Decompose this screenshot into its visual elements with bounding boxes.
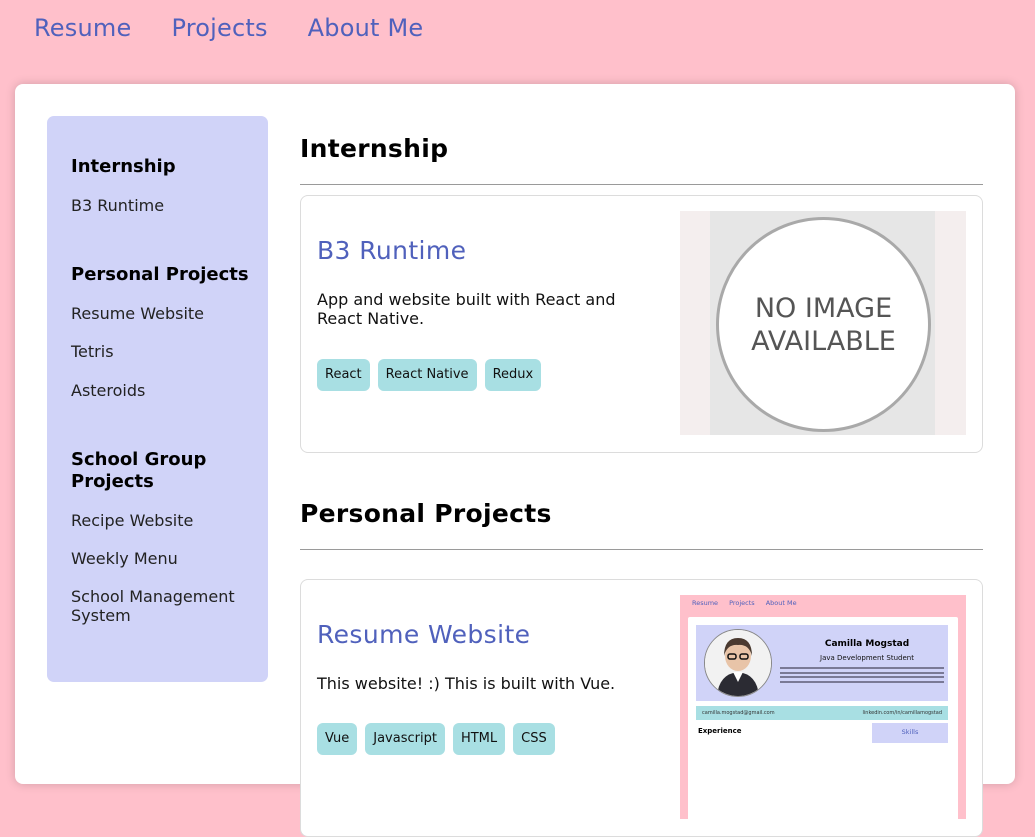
preview-contact: camilla.mogstad@gmail.com linkedin.com/i…	[696, 706, 948, 720]
project-description: This website! :) This is built with Vue.	[317, 674, 616, 693]
tag-react: React	[317, 359, 370, 391]
section-divider	[300, 549, 983, 550]
section-title-personal-projects: Personal Projects	[300, 499, 552, 528]
avatar	[704, 629, 772, 697]
tag-list: React React Native Redux	[317, 359, 542, 391]
section-divider	[300, 184, 983, 185]
sidebar-group-internship: Internship B3 Runtime	[71, 156, 251, 216]
section-title-internship: Internship	[300, 134, 449, 163]
tag-react-native: React Native	[377, 359, 477, 391]
project-card-resume-website: Resume Website This website! :) This is …	[300, 579, 983, 837]
project-title[interactable]: B3 Runtime	[317, 236, 466, 265]
tag-css: CSS	[513, 723, 555, 755]
top-navigation: Resume Projects About Me	[34, 14, 423, 42]
preview-nav: Resume Projects About Me	[692, 599, 797, 607]
preview-role: Java Development Student	[820, 654, 914, 662]
nav-link-resume[interactable]: Resume	[34, 14, 131, 42]
sidebar-item-resume-website[interactable]: Resume Website	[71, 304, 251, 324]
main-panel: Internship B3 Runtime Personal Projects …	[15, 84, 1015, 837]
sidebar-item-asteroids[interactable]: Asteroids	[71, 381, 251, 401]
sidebar-heading-personal-projects: Personal Projects	[71, 264, 249, 285]
nav-link-projects[interactable]: Projects	[171, 14, 267, 42]
tag-vue: Vue	[317, 723, 358, 755]
tag-redux: Redux	[484, 359, 542, 391]
project-screenshot: Resume Projects About Me Camilla Mogstad…	[680, 595, 966, 819]
tag-html: HTML	[452, 723, 506, 755]
sidebar-group-personal-projects: Personal Projects Resume Website Tetris …	[71, 264, 251, 401]
sidebar-group-school-group-projects: School Group Projects Recipe Website Wee…	[71, 449, 251, 625]
sidebar-item-recipe-website[interactable]: Recipe Website	[71, 511, 251, 531]
nav-link-about-me[interactable]: About Me	[308, 14, 424, 42]
tag-list: Vue Javascript HTML CSS	[317, 723, 555, 755]
project-card-b3-runtime: B3 Runtime App and website built with Re…	[300, 195, 983, 453]
project-description: App and website built with React and Rea…	[317, 290, 616, 328]
project-title[interactable]: Resume Website	[317, 620, 530, 649]
sidebar-item-weekly-menu[interactable]: Weekly Menu	[71, 549, 251, 569]
tag-javascript: Javascript	[365, 723, 445, 755]
project-image: NO IMAGE AVAILABLE	[680, 211, 966, 435]
sidebar-heading-school-group-projects: School Group Projects	[71, 449, 207, 492]
sidebar-heading-internship: Internship	[71, 156, 176, 177]
sidebar-item-school-management-system[interactable]: School Management System	[71, 587, 251, 625]
sidebar-item-tetris[interactable]: Tetris	[71, 342, 251, 362]
no-image-placeholder: NO IMAGE AVAILABLE	[716, 217, 931, 432]
sidebar-item-b3-runtime[interactable]: B3 Runtime	[71, 196, 251, 216]
sidebar: Internship B3 Runtime Personal Projects …	[47, 116, 268, 682]
preview-name: Camilla Mogstad	[824, 639, 910, 649]
